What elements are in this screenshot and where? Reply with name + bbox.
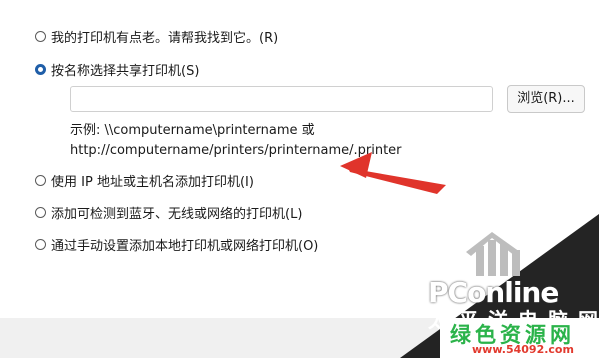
radio-select-shared-by-name[interactable] [35, 64, 46, 75]
radio-ip-hostname[interactable] [35, 175, 46, 186]
option-select-shared-by-name-label: 按名称选择共享打印机(S) [51, 64, 200, 79]
radio-local-manual[interactable] [35, 239, 46, 250]
option-select-shared-by-name[interactable]: 按名称选择共享打印机(S) [35, 60, 199, 79]
option-ip-hostname-label: 使用 IP 地址或主机名添加打印机(I) [51, 175, 254, 190]
watermark-house-icon [466, 232, 520, 276]
example-line-1: 示例: \\computername\printername 或 [70, 123, 315, 138]
option-ip-hostname[interactable]: 使用 IP 地址或主机名添加打印机(I) [35, 171, 254, 190]
radio-bluetooth-wireless-network[interactable] [35, 207, 46, 218]
example-line-2: http://computername/printers/printername… [70, 143, 402, 158]
radio-printer-old[interactable] [35, 31, 46, 42]
option-local-manual[interactable]: 通过手动设置添加本地打印机或网络打印机(O) [35, 235, 318, 254]
watermark-url: www.54092.com [472, 343, 574, 356]
option-printer-old[interactable]: 我的打印机有点老。请帮我找到它。(R) [35, 27, 278, 46]
option-printer-old-label: 我的打印机有点老。请帮我找到它。(R) [51, 31, 279, 46]
example-text: 示例: \\computername\printername 或 http://… [70, 121, 402, 161]
shared-printer-path-input[interactable] [70, 86, 493, 112]
annotation-arrow-shaft [348, 168, 446, 194]
option-bluetooth-wireless-network-label: 添加可检测到蓝牙、无线或网络的打印机(L) [51, 207, 303, 222]
option-local-manual-label: 通过手动设置添加本地打印机或网络打印机(O) [51, 239, 319, 254]
option-bluetooth-wireless-network[interactable]: 添加可检测到蓝牙、无线或网络的打印机(L) [35, 203, 302, 222]
browse-button[interactable]: 浏览(R)... [507, 85, 585, 113]
add-printer-dialog: 我的打印机有点老。请帮我找到它。(R) 按名称选择共享打印机(S) 浏览(R).… [0, 0, 599, 358]
